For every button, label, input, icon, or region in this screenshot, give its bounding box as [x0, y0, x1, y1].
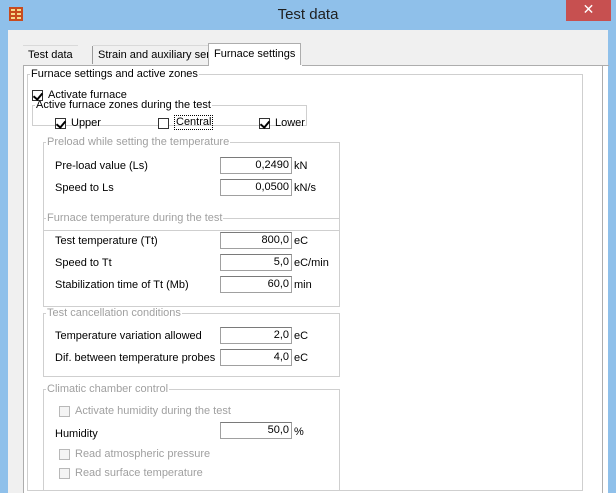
activate-humidity-checkbox[interactable] [59, 406, 70, 417]
furnace-temperature-group-title: Furnace temperature during the test [47, 212, 223, 224]
close-button[interactable]: ✕ [566, 0, 611, 21]
test-temperature-field[interactable]: 800,0 [220, 232, 292, 249]
probe-difference-field[interactable]: 4,0 [220, 349, 292, 366]
tab-furnace-settings[interactable]: Furnace settings [208, 43, 302, 66]
probe-difference-label: Dif. between temperature probes [55, 352, 216, 364]
zone-upper-label: Upper [71, 117, 101, 129]
dialog-client-area: Test data Strain and auxiliary sensors F… [8, 30, 609, 493]
preload-value-field[interactable]: 0,2490 [220, 157, 292, 174]
window-frame-right [608, 30, 616, 493]
zone-central-checkbox[interactable] [158, 118, 169, 129]
close-icon: ✕ [582, 2, 595, 18]
panel-right-border [602, 66, 605, 493]
speed-to-tt-field[interactable]: 5,0 [220, 254, 292, 271]
activate-humidity-label: Activate humidity during the test [75, 405, 231, 417]
speed-to-ls-unit: kN/s [294, 182, 316, 194]
probe-difference-unit: eC [294, 352, 309, 364]
surface-temperature-checkbox[interactable] [59, 468, 70, 479]
active-zones-group-title: Active furnace zones during the test [36, 99, 211, 111]
window-frame-left [0, 30, 8, 493]
humidity-field[interactable]: 50,0 [220, 422, 292, 439]
humidity-label: Humidity [55, 428, 98, 440]
title-bar: Test data ✕ [0, 0, 616, 30]
preload-value-unit: kN [294, 160, 308, 172]
stabilization-time-unit: min [294, 279, 312, 291]
zone-lower-checkbox[interactable] [259, 118, 270, 129]
zone-central-label: Central [174, 115, 214, 130]
window-title: Test data [277, 6, 339, 23]
speed-to-ls-label: Speed to Ls [55, 182, 114, 194]
zone-lower-label: Lower [275, 117, 305, 129]
surface-temperature-label: Read surface temperature [75, 467, 203, 479]
furnace-settings-group-title: Furnace settings and active zones [31, 68, 198, 80]
speed-to-tt-unit: eC/min [294, 257, 329, 269]
speed-to-ls-field[interactable]: 0,0500 [220, 179, 292, 196]
test-temperature-unit: eC [294, 235, 309, 247]
zone-upper-checkbox[interactable] [55, 118, 66, 129]
test-temperature-label: Test temperature (Tt) [55, 235, 158, 247]
temperature-variation-field[interactable]: 2,0 [220, 327, 292, 344]
speed-to-tt-label: Speed to Tt [55, 257, 112, 269]
preload-value-label: Pre-load value (Ls) [55, 160, 148, 172]
atmospheric-pressure-label: Read atmospheric pressure [75, 448, 211, 460]
tab-label: Furnace settings [214, 48, 296, 60]
cancellation-conditions-group-title: Test cancellation conditions [47, 307, 181, 319]
stabilization-time-field[interactable]: 60,0 [220, 276, 292, 293]
tab-test-data[interactable]: Test data [23, 45, 78, 65]
tab-label: Test data [28, 49, 73, 61]
preload-group-title: Preload while setting the temperature [47, 136, 230, 148]
temperature-variation-label: Temperature variation allowed [55, 330, 202, 342]
climatic-chamber-group-title: Climatic chamber control [47, 383, 169, 395]
stabilization-time-label: Stabilization time of Tt (Mb) [55, 279, 189, 291]
temperature-variation-unit: eC [294, 330, 309, 342]
humidity-unit: % [294, 426, 304, 438]
atmospheric-pressure-checkbox[interactable] [59, 449, 70, 460]
